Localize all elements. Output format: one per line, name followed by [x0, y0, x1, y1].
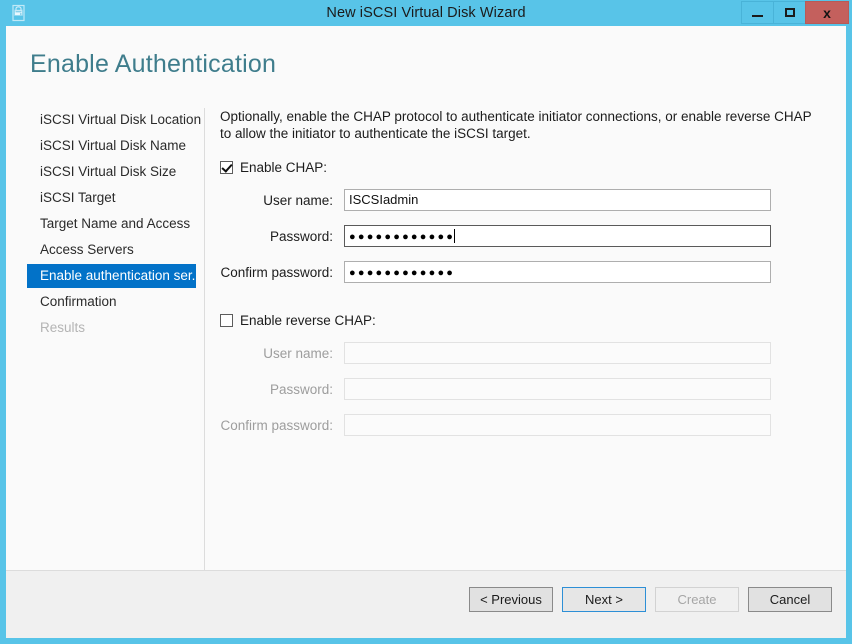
content-pane: Optionally, enable the CHAP protocol to …	[220, 108, 830, 436]
description-text: Optionally, enable the CHAP protocol to …	[220, 109, 812, 141]
sidebar-item-enable-authentication[interactable]: Enable authentication ser...	[27, 264, 196, 288]
sidebar-item-confirmation[interactable]: Confirmation	[6, 290, 204, 314]
close-icon: x	[823, 4, 831, 21]
wizard-window: New iSCSI Virtual Disk Wizard x Enable A…	[0, 0, 852, 644]
title-bar[interactable]: New iSCSI Virtual Disk Wizard x	[0, 0, 852, 26]
enable-chap-label: Enable CHAP:	[240, 160, 328, 175]
sidebar-item-disk-location[interactable]: iSCSI Virtual Disk Location	[6, 108, 204, 132]
reverse-chap-confirm-password-row: Confirm password:	[220, 414, 830, 436]
chap-confirm-password-mask: ●●●●●●●●●●●●	[349, 267, 456, 279]
chap-username-row: User name: ISCSIadmin	[220, 189, 830, 211]
footer-bar: < Previous Next > Create Cancel	[6, 571, 846, 638]
minimize-button[interactable]	[741, 1, 774, 24]
chap-password-input[interactable]: ●●●●●●●●●●●●	[344, 225, 771, 247]
reverse-chap-section: Enable reverse CHAP: User name: Password…	[220, 313, 830, 436]
sidebar-item-disk-size[interactable]: iSCSI Virtual Disk Size	[6, 160, 204, 184]
reverse-chap-password-input	[344, 378, 771, 400]
window-controls: x	[741, 1, 849, 24]
sidebar-divider	[204, 108, 205, 570]
reverse-chap-username-label: User name:	[263, 345, 333, 361]
sidebar-item-iscsi-target[interactable]: iSCSI Target	[6, 186, 204, 210]
chap-password-mask: ●●●●●●●●●●●●	[349, 231, 456, 243]
chap-confirm-password-row: Confirm password: ●●●●●●●●●●●●	[220, 261, 830, 283]
text-caret	[454, 229, 456, 243]
chap-confirm-password-label: Confirm password:	[220, 264, 333, 280]
next-button[interactable]: Next >	[562, 587, 646, 612]
reverse-chap-password-label: Password:	[269, 381, 333, 397]
enable-reverse-chap-row[interactable]: Enable reverse CHAP:	[220, 313, 830, 328]
enable-chap-row[interactable]: Enable CHAP:	[220, 160, 830, 175]
enable-reverse-chap-checkbox[interactable]	[220, 314, 233, 327]
reverse-chap-password-row: Password:	[220, 378, 830, 400]
chap-username-label: User name:	[263, 192, 333, 208]
create-button: Create	[655, 587, 739, 612]
chap-password-label: Password:	[269, 228, 333, 244]
maximize-icon	[784, 8, 795, 17]
cancel-button[interactable]: Cancel	[748, 587, 832, 612]
enable-chap-checkbox[interactable]	[220, 161, 233, 174]
maximize-button[interactable]	[773, 1, 806, 24]
reverse-chap-username-row: User name:	[220, 342, 830, 364]
close-button[interactable]: x	[805, 1, 849, 24]
reverse-chap-confirm-password-label: Confirm password:	[220, 417, 333, 433]
page-title: Enable Authentication	[30, 50, 277, 78]
reverse-chap-username-input	[344, 342, 771, 364]
previous-button[interactable]: < Previous	[469, 587, 553, 612]
sidebar-item-results: Results	[40, 320, 86, 335]
sidebar-item-disk-name[interactable]: iSCSI Virtual Disk Name	[6, 134, 204, 158]
window-title: New iSCSI Virtual Disk Wizard	[326, 5, 526, 21]
chap-username-input[interactable]: ISCSIadmin	[344, 189, 771, 211]
chap-confirm-password-input[interactable]: ●●●●●●●●●●●●	[344, 261, 771, 283]
minimize-icon	[752, 14, 763, 17]
enable-reverse-chap-label: Enable reverse CHAP:	[240, 313, 376, 328]
client-area: Enable Authentication iSCSI Virtual Disk…	[6, 26, 846, 638]
wizard-button-row: < Previous Next > Create Cancel	[460, 587, 832, 612]
sidebar-item-target-name-and-access[interactable]: Target Name and Access	[6, 212, 204, 236]
sidebar-item-access-servers[interactable]: Access Servers	[6, 238, 204, 262]
wizard-step-nav: iSCSI Virtual Disk Location iSCSI Virtua…	[6, 108, 204, 342]
chap-password-row: Password: ●●●●●●●●●●●●	[220, 225, 830, 247]
reverse-chap-confirm-password-input	[344, 414, 771, 436]
